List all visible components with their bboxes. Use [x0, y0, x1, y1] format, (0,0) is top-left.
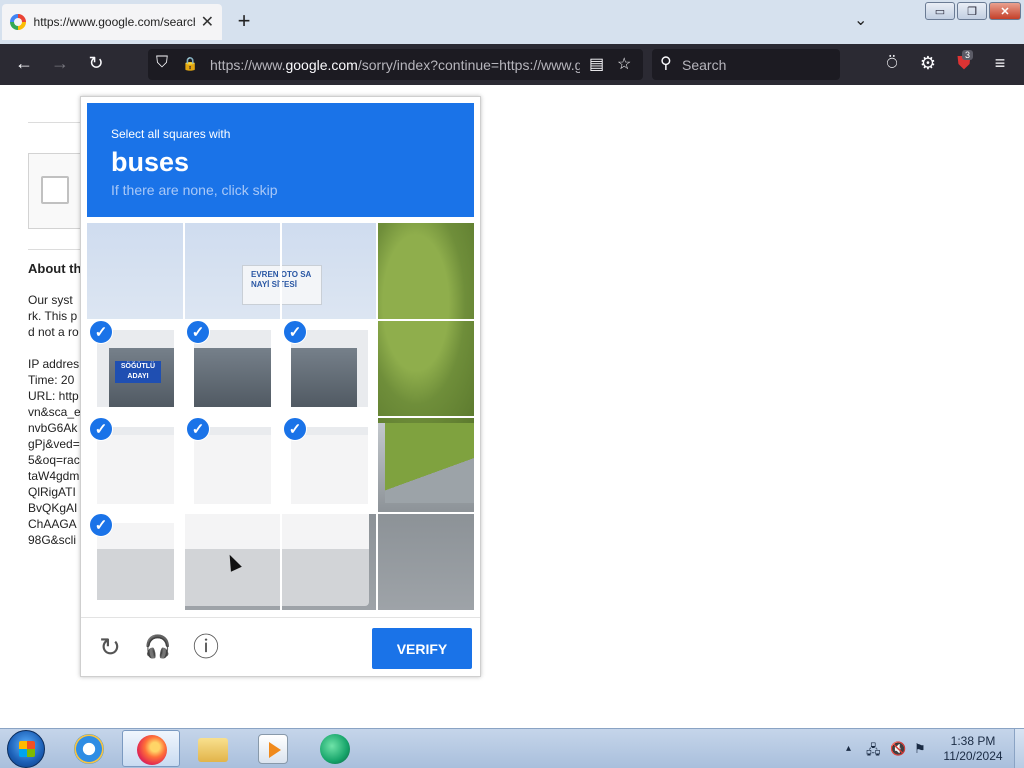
taskbar-internet-explorer[interactable] [60, 730, 118, 767]
back-icon[interactable]: ← [12, 53, 36, 74]
challenge-instruction: Select all squares with [111, 127, 231, 141]
tile-checked-icon: ✓ [283, 320, 307, 344]
system-clock[interactable]: 1:38 PM 11/20/2024 [936, 734, 1010, 764]
audio-challenge-icon[interactable]: 🎧 [143, 632, 173, 662]
tab-google-search[interactable]: https://www.google.com/search? ✕ [2, 4, 222, 40]
internet-explorer-icon [74, 734, 104, 764]
challenge-footer: ↻ 🎧 ⓘ VERIFY [81, 617, 480, 677]
text-line: QlRigATI [28, 485, 76, 499]
grid-tile[interactable] [184, 223, 281, 320]
url-text[interactable]: https://www.google.com/sorry/index?conti… [210, 57, 580, 73]
about-page-heading: About thi [28, 261, 86, 276]
text-line: 5&oq=rac [28, 453, 80, 467]
network-icon[interactable]: 🖧 [866, 741, 881, 763]
windows-taskbar: ▴ 🖧 🔇 ⚑ 1:38 PM 11/20/2024 [0, 728, 1024, 768]
text-line: gPj&ved= [28, 437, 80, 451]
text-line: nvbG6Ak [28, 421, 78, 435]
app-icon [320, 734, 350, 764]
volume-muted-icon[interactable]: 🔇 [890, 741, 906, 757]
media-player-icon [258, 734, 288, 764]
text-line: BvQKgAI [28, 501, 78, 515]
text-line: taW4gdm [28, 469, 80, 483]
explanation-paragraph: Our syst rk. This p d not a ro [28, 292, 79, 340]
text-line: ChAAGA [28, 517, 77, 531]
grid-tile[interactable] [87, 223, 184, 320]
text-line: Time: 20 [28, 373, 75, 387]
info-icon[interactable]: ⓘ [191, 632, 221, 662]
pocket-icon[interactable]: ⍥ [880, 53, 904, 74]
reload-icon[interactable]: ↻ [84, 53, 108, 74]
challenge-subtext: If there are none, click skip [111, 182, 278, 198]
tile-checked-icon: ✓ [186, 417, 210, 441]
url-path: /sorry/index?continue=https://www.g [357, 57, 580, 73]
clock-date: 11/20/2024 [943, 749, 1003, 763]
search-input[interactable]: Search [682, 57, 726, 73]
request-details: IP addres Time: 20 URL: http vn&sca_e nv… [28, 356, 81, 548]
google-favicon-icon [10, 14, 26, 30]
grid-tile[interactable] [281, 223, 378, 320]
text-line: rk. This p [28, 309, 78, 323]
divider [28, 122, 88, 123]
grid-tile[interactable] [377, 223, 474, 320]
address-bar[interactable]: ⛉ 🔒 https://www.google.com/sorry/index?c… [148, 49, 643, 80]
tile-checked-icon: ✓ [283, 417, 307, 441]
minimize-button[interactable]: ▭ [925, 2, 955, 20]
new-tab-button[interactable]: + [232, 8, 256, 34]
start-button[interactable] [7, 730, 45, 768]
taskbar-app[interactable] [306, 730, 364, 767]
tab-strip: https://www.google.com/search? ✕ + ⌄ ▭ ❐… [0, 0, 1024, 44]
tile-checked-icon: ✓ [89, 417, 113, 441]
recaptcha-challenge: Select all squares with buses If there a… [80, 96, 481, 677]
restore-button[interactable]: ❐ [957, 2, 987, 20]
divider [28, 249, 88, 250]
clock-time: 1:38 PM [950, 734, 996, 748]
bookmark-star-icon[interactable]: ☆ [617, 54, 631, 74]
grid-tile[interactable] [377, 513, 474, 610]
extension-badge: 3 [962, 50, 974, 60]
lock-icon[interactable]: 🔒 [182, 56, 198, 72]
windows-logo-icon [19, 741, 35, 757]
image-grid: EVREN OTO SA NAYİ SİTESİ SÖĞÜTLÜ ADAYI ✓… [87, 223, 474, 610]
taskbar-firefox[interactable] [122, 730, 180, 767]
text-line: Our syst [28, 293, 73, 307]
list-all-tabs-icon[interactable]: ⌄ [854, 10, 867, 30]
grid-tile[interactable] [377, 320, 474, 417]
tracking-shield-icon[interactable]: ⛉ [156, 54, 168, 72]
challenge-header: Select all squares with buses If there a… [87, 103, 474, 217]
challenge-target: buses [111, 147, 190, 177]
verify-button[interactable]: VERIFY [372, 628, 472, 669]
extensions-icon[interactable]: ⚙ [916, 53, 940, 74]
folder-icon [198, 738, 228, 762]
grid-tile[interactable] [377, 417, 474, 514]
recaptcha-checkbox-card [28, 153, 88, 229]
firefox-icon [137, 735, 167, 765]
tile-checked-icon: ✓ [186, 320, 210, 344]
recaptcha-checkbox[interactable] [41, 176, 69, 204]
text-line: vn&sca_e [28, 405, 81, 419]
navigation-toolbar: ← → ↻ ⛉ 🔒 https://www.google.com/sorry/i… [0, 44, 1024, 85]
text-line: d not a ro [28, 325, 79, 339]
reader-view-icon[interactable]: ▤ [589, 54, 604, 74]
text-line: IP addres [28, 357, 80, 371]
url-prefix: https://www. [210, 57, 286, 73]
menu-icon[interactable]: ≡ [988, 53, 1012, 74]
tile-checked-icon: ✓ [89, 513, 113, 537]
tile-checked-icon: ✓ [89, 320, 113, 344]
taskbar-file-explorer[interactable] [184, 730, 242, 767]
taskbar-media-player[interactable] [244, 730, 302, 767]
tab-title: https://www.google.com/search? [33, 15, 195, 29]
action-center-flag-icon[interactable]: ⚑ [914, 741, 926, 757]
show-desktop-button[interactable] [1014, 729, 1024, 768]
search-icon: ⚲ [660, 55, 672, 72]
url-host: google.com [285, 57, 358, 73]
text-line: URL: http [28, 389, 79, 403]
reload-challenge-icon[interactable]: ↻ [95, 632, 125, 662]
tab-close-icon[interactable]: ✕ [201, 12, 214, 32]
grid-tile[interactable] [281, 513, 378, 610]
close-window-button[interactable]: ✕ [989, 2, 1021, 20]
text-line: 98G&scli [28, 533, 77, 547]
forward-icon[interactable]: → [48, 53, 72, 74]
search-bar[interactable]: ⚲ Search [652, 49, 840, 80]
show-hidden-icons[interactable]: ▴ [846, 743, 851, 754]
